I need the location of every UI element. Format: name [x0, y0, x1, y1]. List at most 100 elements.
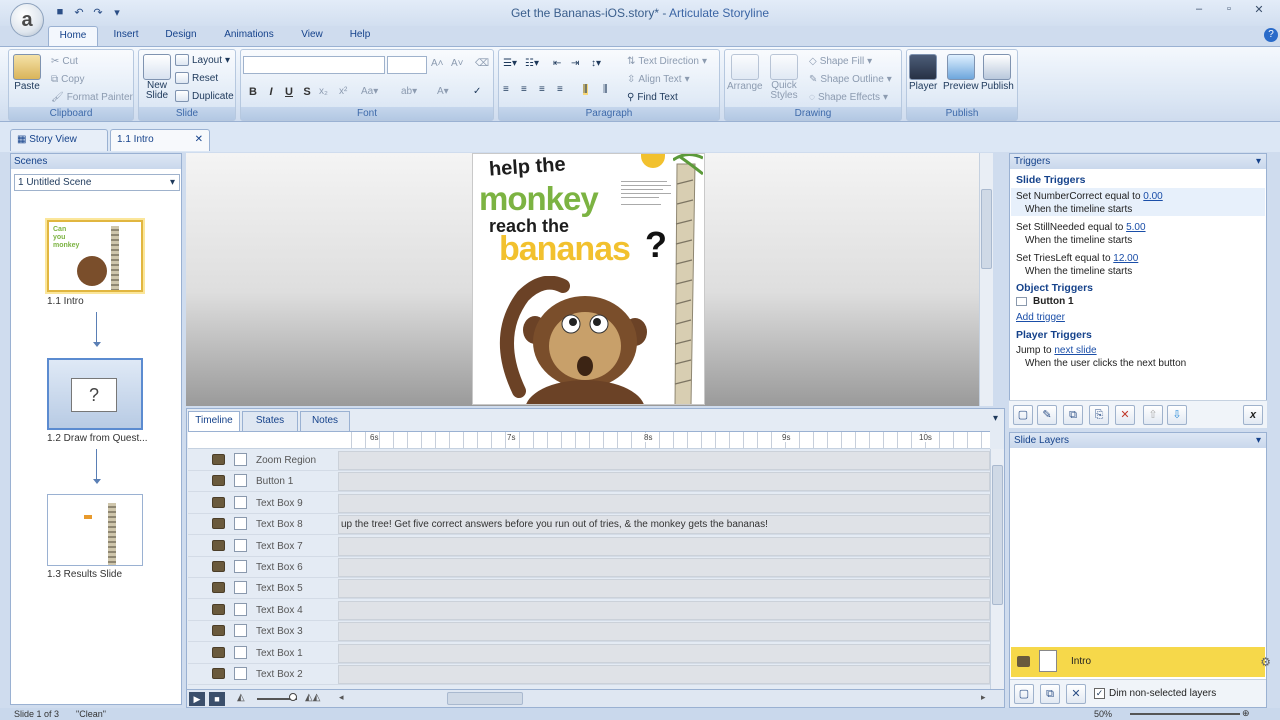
layer-row-base[interactable]: Intro ⚙ [1011, 647, 1271, 677]
shape-outline-button[interactable]: ✎ Shape Outline ▾ [809, 74, 892, 85]
add-trigger-link[interactable]: Add trigger [1016, 312, 1065, 323]
delete-trigger-icon[interactable]: ✕ [1115, 405, 1135, 425]
columns-icon[interactable]: ⫼ [583, 84, 588, 95]
cut-button[interactable]: ✂ Cut [51, 56, 78, 67]
tab-help[interactable]: Help [342, 26, 378, 46]
timeline-ruler[interactable]: 6s 7s 8s 9s 10s [188, 431, 990, 449]
eye-icon[interactable] [212, 625, 225, 637]
move-up-icon[interactable]: ⇧ [1143, 405, 1163, 425]
variables-icon[interactable]: x [1243, 405, 1263, 425]
minimize-button[interactable]: – [1184, 3, 1214, 19]
eye-icon[interactable] [212, 518, 225, 530]
delete-layer-icon[interactable]: ✕ [1066, 684, 1086, 704]
font-color-icon[interactable]: A▾ [437, 86, 449, 97]
tab-home[interactable]: Home [48, 26, 98, 47]
duplicate-layer-icon[interactable]: ⧉ [1040, 684, 1060, 704]
duplicate-button[interactable]: Duplicate [175, 90, 234, 102]
eye-icon[interactable] [212, 475, 225, 487]
shape-effects-button[interactable]: ◌ Shape Effects ▾ [809, 92, 888, 103]
timeline-object-bar[interactable] [338, 600, 990, 620]
arrange-button[interactable]: Arrange [727, 54, 763, 92]
tab-states[interactable]: States [242, 411, 298, 431]
slide-canvas[interactable]: help the monkey reach the bananas ? [472, 153, 705, 405]
timeline-row[interactable]: Text Box 6 [188, 557, 990, 578]
text-direction-button[interactable]: ⇅ Text Direction ▾ [627, 56, 707, 67]
decrease-indent-icon[interactable]: ⇤ [553, 58, 561, 69]
bullets-icon[interactable]: ☰▾ [503, 58, 517, 69]
align-text-button[interactable]: ⇳ Align Text ▾ [627, 74, 690, 85]
chevron-down-icon[interactable]: ▾ [1256, 433, 1261, 448]
maximize-button[interactable]: ▫ [1214, 3, 1244, 19]
highlight-icon[interactable]: ab▾ [401, 86, 417, 97]
trigger-set-numbercorrect[interactable]: Set NumberCorrect equal to 0.00 [1016, 191, 1163, 202]
eye-icon[interactable] [212, 646, 225, 658]
superscript-icon[interactable]: x² [339, 86, 347, 97]
eye-icon[interactable] [212, 603, 225, 615]
close-button[interactable]: ✕ [1244, 3, 1274, 19]
eye-icon[interactable] [1017, 656, 1030, 667]
timeline-object-bar[interactable] [338, 536, 990, 556]
tab-animations[interactable]: Animations [218, 26, 280, 46]
lock-checkbox[interactable] [234, 645, 247, 659]
lock-checkbox[interactable] [234, 538, 247, 552]
tab-timeline[interactable]: Timeline [188, 411, 240, 431]
eye-icon[interactable] [212, 454, 225, 465]
chevron-down-icon[interactable]: ▾ [993, 413, 998, 424]
stop-icon[interactable]: ■ [209, 692, 225, 706]
trigger-set-stillneeded[interactable]: Set StillNeeded equal to 5.00 [1016, 222, 1146, 233]
align-right-icon[interactable]: ≡ [539, 84, 545, 95]
bold-button[interactable]: B [245, 86, 261, 98]
lock-checkbox[interactable] [234, 560, 247, 573]
stage-scrollbar[interactable] [979, 153, 993, 406]
zoom-in-icon[interactable]: ⊕ [1242, 708, 1250, 719]
columns-dropdown-icon[interactable]: ⫼ [603, 84, 608, 95]
paste-button[interactable]: Paste [13, 54, 41, 92]
lock-checkbox[interactable] [234, 667, 247, 680]
zoom-out-icon[interactable]: ◭ [237, 692, 245, 703]
timeline-scrollbar[interactable] [990, 449, 1004, 689]
zoom-slider-handle[interactable] [289, 693, 297, 701]
tab-story-view[interactable]: ▦ Story View [10, 129, 108, 151]
publish-button[interactable]: Publish [981, 54, 1014, 92]
lock-checkbox[interactable] [234, 474, 247, 488]
timeline-row[interactable]: Text Box 7 [188, 536, 990, 557]
eye-icon[interactable] [212, 496, 225, 508]
tab-notes[interactable]: Notes [300, 411, 350, 431]
new-slide-button[interactable]: New Slide [143, 54, 171, 101]
lock-checkbox[interactable] [234, 517, 247, 531]
new-layer-icon[interactable]: ▢ [1014, 684, 1034, 704]
timeline-row[interactable]: Button 1 [188, 471, 990, 493]
scene-selector[interactable]: 1 Untitled Scene ▾ [14, 174, 180, 191]
lock-checkbox[interactable] [234, 624, 247, 638]
timeline-object-bar[interactable] [338, 665, 990, 684]
quick-styles-button[interactable]: Quick Styles [767, 54, 801, 101]
new-trigger-icon[interactable]: ▢ [1013, 405, 1033, 425]
eye-icon[interactable] [212, 582, 225, 594]
timeline-row[interactable]: Text Box 4 [188, 600, 990, 621]
timeline-object-bar[interactable] [338, 493, 990, 513]
close-tab-icon[interactable]: ✕ [195, 130, 203, 150]
trigger-set-triesleft[interactable]: Set TriesLeft equal to 12.00 [1016, 253, 1138, 264]
chevron-down-icon[interactable]: ▾ [1256, 154, 1261, 169]
edit-trigger-icon[interactable]: ✎ [1037, 405, 1057, 425]
timeline-row[interactable]: Text Box 5 [188, 578, 990, 600]
scroll-left-icon[interactable]: ◂ [339, 692, 344, 703]
underline-button[interactable]: U [281, 86, 297, 98]
font-family-combo[interactable] [243, 56, 385, 74]
char-spacing-icon[interactable]: Aa▾ [361, 86, 378, 97]
strikethrough-button[interactable]: S [299, 86, 315, 98]
timeline-row[interactable]: Text Box 9 [188, 493, 990, 514]
copy-trigger-icon[interactable]: ⧉ [1063, 405, 1083, 425]
grow-font-button[interactable]: A˄ [431, 58, 444, 69]
timeline-row[interactable]: Text Box 2 [188, 664, 990, 685]
clear-format-icon[interactable]: ⌫ [475, 58, 489, 69]
help-icon[interactable]: ? [1264, 28, 1278, 42]
timeline-row[interactable]: Text Box 8 up the tree! Get five correct … [188, 514, 990, 536]
scroll-right-icon[interactable]: ▸ [981, 692, 986, 703]
layout-button[interactable]: Layout ▾ [175, 54, 230, 66]
find-text-button[interactable]: ⚲ Find Text [627, 92, 678, 103]
justify-icon[interactable]: ≡ [557, 84, 563, 95]
eye-icon[interactable] [212, 668, 225, 679]
lock-checkbox[interactable] [234, 602, 247, 616]
copy-button[interactable]: ⧉ Copy [51, 74, 85, 85]
